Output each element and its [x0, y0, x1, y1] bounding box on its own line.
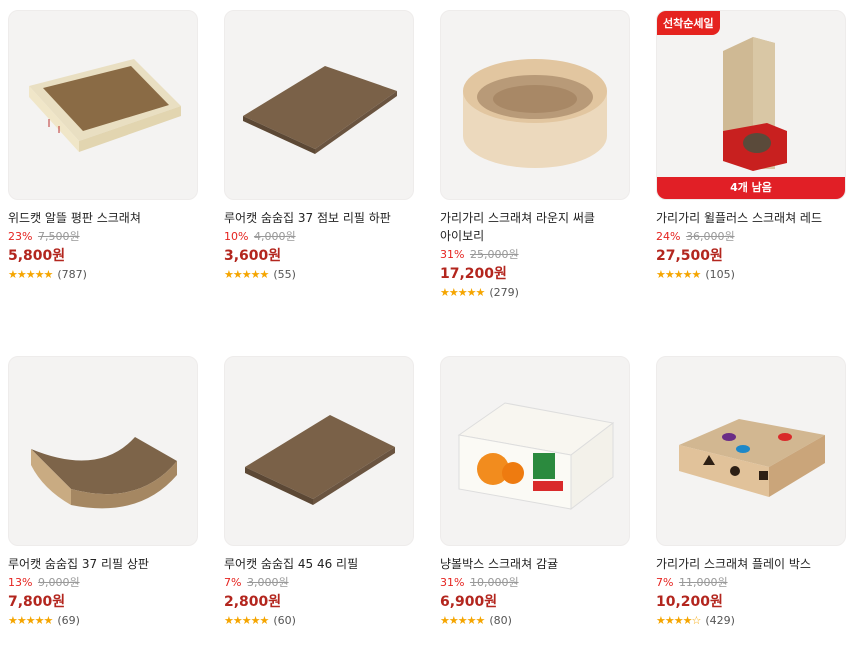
discount-rate: 31% [440, 248, 465, 261]
refill-pad-image [245, 415, 395, 505]
product-name[interactable]: 루어캣 숨숨집 45 46 리필 [224, 555, 406, 573]
review-count: (279) [489, 286, 519, 299]
review-count: (69) [57, 614, 80, 627]
sale-price: 7,800원 [8, 594, 66, 610]
price-row: 7% 11,000원 [656, 575, 846, 591]
price-row: 31% 25,000원 [440, 247, 630, 263]
original-price: 3,000원 [246, 576, 289, 589]
original-price: 36,000원 [685, 230, 735, 243]
product-name[interactable]: 가리가리 스크래쳐 라운지 써클 아이보리 [440, 209, 622, 245]
sale-badge: 선착순세일 [657, 11, 720, 35]
rating: ★★★★☆ (429) [656, 613, 846, 629]
tangerine-box-image [457, 402, 615, 511]
price-row: 24% 36,000원 [656, 229, 846, 245]
sale-price: 5,800원 [8, 248, 66, 264]
original-price: 7,500원 [37, 230, 80, 243]
curved-scratcher-image [31, 437, 177, 509]
discount-rate: 31% [440, 576, 465, 589]
rating: ★★★★★ (80) [440, 613, 630, 629]
discount-rate: 13% [8, 576, 33, 589]
star-icons: ★★★★★ [656, 268, 701, 281]
review-count: (429) [705, 614, 735, 627]
price-row: 10% 4,000원 [224, 229, 414, 245]
product-name[interactable]: 루어캣 숨숨집 37 리필 상판 [8, 555, 190, 573]
sale-price: 10,200원 [656, 594, 723, 610]
wall-scratcher-image [723, 37, 787, 171]
rating: ★★★★★ (69) [8, 613, 198, 629]
star-icons: ★★★★☆ [656, 614, 701, 627]
product-image[interactable] [224, 356, 414, 546]
refill-pad-image [243, 66, 397, 154]
product-image[interactable] [656, 356, 846, 546]
product-image[interactable] [8, 10, 198, 200]
product-image[interactable]: 선착순세일 4개 남음 [656, 10, 846, 200]
price-row: 23% 7,500원 [8, 229, 198, 245]
product-grid: 위드캣 알뜰 평판 스크래쳐 23% 7,500원 5,800원 ★★★★★ (… [0, 0, 852, 648]
round-lounge-image [463, 59, 607, 168]
discount-rate: 10% [224, 230, 249, 243]
rating: ★★★★★ (279) [440, 285, 630, 301]
original-price: 11,000원 [678, 576, 728, 589]
product-image[interactable] [440, 356, 630, 546]
star-icons: ★★★★★ [440, 286, 485, 299]
original-price: 9,000원 [37, 576, 80, 589]
product-card[interactable]: 선착순세일 4개 남음 가리가리 윌플러스 스크래쳐 레드 24% 36,000… [656, 10, 846, 283]
sale-price: 6,900원 [440, 594, 498, 610]
discount-rate: 7% [656, 576, 674, 589]
rating: ★★★★★ (60) [224, 613, 414, 629]
stock-remaining-banner: 4개 남음 [657, 177, 845, 199]
sale-price: 17,200원 [440, 266, 507, 282]
product-image[interactable] [8, 356, 198, 546]
original-price: 25,000원 [469, 248, 519, 261]
review-count: (787) [57, 268, 87, 281]
discount-rate: 23% [8, 230, 33, 243]
review-count: (80) [489, 614, 512, 627]
star-icons: ★★★★★ [8, 268, 53, 281]
product-card[interactable]: 루어캣 숨숨집 45 46 리필 7% 3,000원 2,800원 ★★★★★ … [224, 356, 414, 629]
star-icons: ★★★★★ [440, 614, 485, 627]
product-name[interactable]: 냥볼박스 스크래쳐 감귤 [440, 555, 622, 573]
product-image[interactable] [440, 10, 630, 200]
product-name[interactable]: 위드캣 알뜰 평판 스크래쳐 [8, 209, 190, 227]
price-row: 31% 10,000원 [440, 575, 630, 591]
discount-rate: 7% [224, 576, 242, 589]
review-count: (60) [273, 614, 296, 627]
rating: ★★★★★ (55) [224, 267, 414, 283]
product-card[interactable]: 루어캣 숨숨집 37 점보 리필 하판 10% 4,000원 3,600원 ★★… [224, 10, 414, 283]
product-card[interactable]: 위드캣 알뜰 평판 스크래쳐 23% 7,500원 5,800원 ★★★★★ (… [8, 10, 198, 283]
sale-price: 2,800원 [224, 594, 282, 610]
product-card[interactable]: 가리가리 스크래쳐 플레이 박스 7% 11,000원 10,200원 ★★★★… [656, 356, 846, 629]
review-count: (55) [273, 268, 296, 281]
sale-price: 3,600원 [224, 248, 282, 264]
product-name[interactable]: 가리가리 스크래쳐 플레이 박스 [656, 555, 838, 573]
product-card[interactable]: 가리가리 스크래쳐 라운지 써클 아이보리 31% 25,000원 17,200… [440, 10, 630, 301]
star-icons: ★★★★★ [224, 614, 269, 627]
discount-rate: 24% [656, 230, 681, 243]
price-row: 7% 3,000원 [224, 575, 414, 591]
product-card[interactable]: 루어캣 숨숨집 37 리필 상판 13% 9,000원 7,800원 ★★★★★… [8, 356, 198, 629]
original-price: 10,000원 [469, 576, 519, 589]
product-name[interactable]: 루어캣 숨숨집 37 점보 리필 하판 [224, 209, 406, 227]
play-box-image [679, 419, 825, 497]
product-name[interactable]: 가리가리 윌플러스 스크래쳐 레드 [656, 209, 838, 227]
star-icons: ★★★★★ [8, 614, 53, 627]
product-image[interactable] [224, 10, 414, 200]
review-count: (105) [705, 268, 735, 281]
rating: ★★★★★ (105) [656, 267, 846, 283]
flat-scratcher-image [29, 59, 181, 152]
price-row: 13% 9,000원 [8, 575, 198, 591]
sale-price: 27,500원 [656, 248, 723, 264]
product-card[interactable]: 냥볼박스 스크래쳐 감귤 31% 10,000원 6,900원 ★★★★★ (8… [440, 356, 630, 629]
star-icons: ★★★★★ [224, 268, 269, 281]
original-price: 4,000원 [253, 230, 296, 243]
rating: ★★★★★ (787) [8, 267, 198, 283]
